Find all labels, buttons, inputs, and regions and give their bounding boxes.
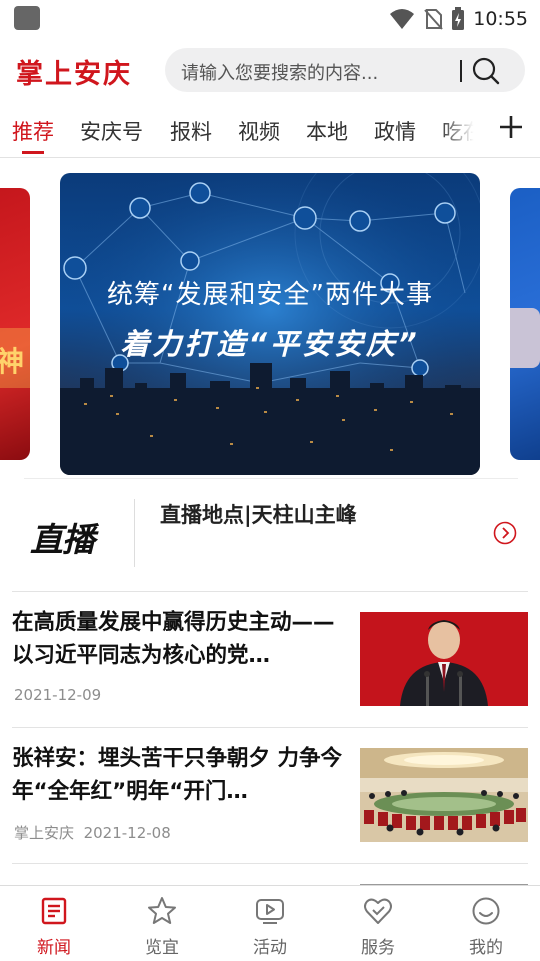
search-input[interactable]: 请输入您要搜索的内容... (181, 59, 378, 85)
tab-local[interactable]: 本地 (306, 116, 348, 146)
news-item-partial (12, 863, 528, 888)
search-bar[interactable]: 请输入您要搜索的内容... (165, 48, 525, 92)
app-header: 掌上安庆 请输入您要搜索的内容... (0, 38, 540, 100)
live-logo: 直播 (30, 520, 95, 559)
smile-icon (472, 897, 500, 925)
status-time: 10:55 (473, 8, 528, 30)
star-icon (148, 897, 176, 924)
active-tab-indicator (22, 151, 44, 154)
news-date: 2021-12-09 (14, 686, 102, 704)
nav-label-me: 我的 (469, 938, 503, 958)
nav-item-browse[interactable]: 览宜 (108, 886, 216, 961)
nav-label-activity: 活动 (253, 938, 287, 958)
nav-item-me[interactable]: 我的 (432, 886, 540, 961)
slide-next-decor (510, 308, 540, 368)
add-tab-icon[interactable] (496, 112, 526, 142)
nav-label-service: 服务 (361, 938, 395, 958)
category-tabs: 推荐 安庆号 报料 视频 本地 政情 吃在 (0, 100, 540, 158)
tab-report[interactable]: 报料 (170, 116, 212, 146)
nav-label-browse: 览宜 (145, 938, 179, 958)
news-thumbnail[interactable] (360, 612, 528, 706)
news-item[interactable]: 张祥安：埋头苦干只争朝夕 力争今年“全年红”明年“开门… 掌上安庆 2021-1… (12, 727, 528, 864)
banner-headline: 统筹“发展和安全”两件大事 (107, 280, 433, 310)
news-item[interactable]: 在高质量发展中赢得历史主动——以习近平同志为核心的党… 2021-12-09 (12, 591, 528, 728)
status-icons: 10:55 (389, 6, 528, 32)
status-bar: 10:55 (0, 0, 540, 38)
news-thumbnail-image (360, 612, 528, 706)
banner-carousel[interactable]: 神 统筹“发展和安全”两件大事 着力打造“平安安庆” (0, 160, 540, 480)
tab-video[interactable]: 视频 (238, 116, 280, 146)
news-meta: 掌上安庆 2021-12-08 (14, 822, 171, 843)
play-icon (256, 899, 284, 924)
search-divider (460, 60, 462, 82)
news-thumbnail[interactable] (360, 748, 528, 842)
nav-item-news[interactable]: 新闻 (0, 886, 108, 961)
chevron-right-circle-icon[interactable] (493, 521, 517, 545)
search-icon[interactable] (471, 56, 501, 86)
slide-prev-text: 神 (0, 345, 25, 378)
news-meta: 2021-12-09 (14, 686, 101, 704)
app-notification-icon (14, 6, 40, 30)
live-divider (134, 499, 135, 567)
live-title[interactable]: 直播地点|天柱山主峰 (160, 499, 357, 529)
news-thumbnail-image (360, 748, 528, 842)
news-source: 掌上安庆 (14, 824, 75, 842)
nav-item-activity[interactable]: 活动 (216, 886, 324, 961)
tab-politics[interactable]: 政情 (374, 116, 416, 146)
wifi-icon (390, 9, 415, 29)
nav-label-news: 新闻 (37, 938, 71, 958)
news-title[interactable]: 在高质量发展中赢得历史主动——以习近平同志为核心的党… (12, 606, 352, 672)
nav-item-service[interactable]: 服务 (324, 886, 432, 961)
news-icon (41, 897, 67, 925)
carousel-slide-next[interactable] (510, 188, 540, 460)
bottom-navigation: 新闻 览宜 活动 服务 我的 (0, 885, 540, 961)
no-sim-icon (424, 9, 443, 30)
banner-subheadline: 着力打造“平安安庆” (120, 327, 420, 361)
heart-check-icon (364, 898, 392, 924)
news-date: 2021-12-08 (83, 824, 171, 842)
live-banner[interactable]: 直播 直播地点|天柱山主峰 (24, 478, 518, 579)
app-logo: 掌上安庆 (16, 59, 132, 90)
carousel-slide-prev[interactable]: 神 (0, 188, 30, 460)
tabs-fade (440, 106, 488, 152)
carousel-slide-main[interactable]: 统筹“发展和安全”两件大事 着力打造“平安安庆” (60, 173, 480, 475)
news-title[interactable]: 张祥安：埋头苦干只争朝夕 力争今年“全年红”明年“开门… (12, 742, 352, 808)
battery-icon (452, 7, 465, 30)
tab-anqinghao[interactable]: 安庆号 (80, 116, 143, 146)
tab-recommend[interactable]: 推荐 (12, 116, 54, 146)
